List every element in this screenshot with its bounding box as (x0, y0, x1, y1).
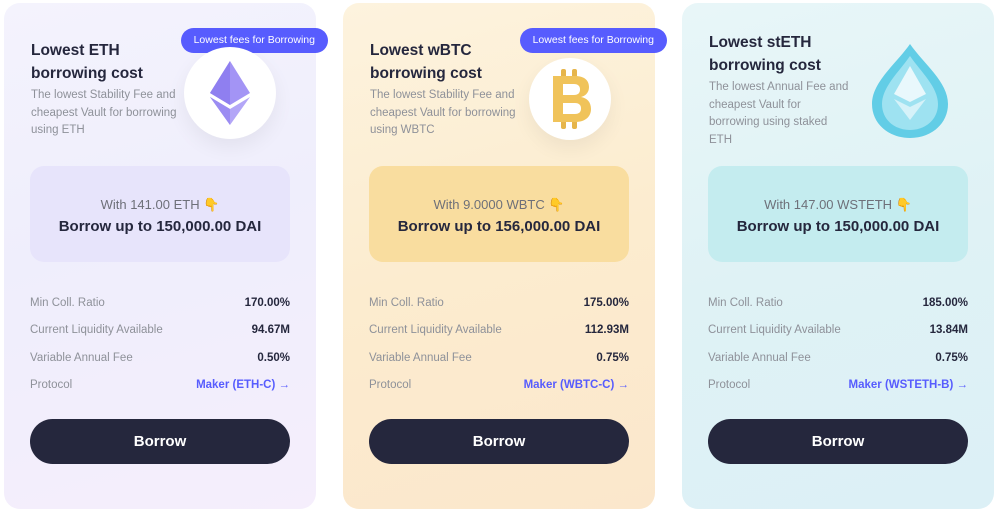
stat-label: Variable Annual Fee (30, 351, 133, 364)
stat-label: Current Liquidity Available (708, 324, 841, 337)
protocol-link[interactable]: Maker (ETH-C) → (196, 379, 290, 391)
borrow-summary: With 9.0000 WBTC 👇 Borrow up to 156,000.… (369, 166, 629, 262)
pointing-down-icon: 👇 (548, 197, 565, 212)
min-coll-ratio-row: Min Coll. Ratio 185.00% (708, 289, 968, 317)
liquidity-row: Current Liquidity Available 13.84M (708, 317, 968, 345)
stat-label: Min Coll. Ratio (369, 296, 444, 309)
product-card-wbtc: Lowest fees for Borrowing Lowest wBTC bo… (343, 3, 667, 509)
card-description: The lowest Annual Fee and cheapest Vault… (709, 81, 849, 146)
borrow-button[interactable]: Borrow (369, 419, 629, 464)
stat-label: Min Coll. Ratio (30, 296, 105, 309)
stat-value: 0.50% (257, 351, 290, 364)
stat-label: Min Coll. Ratio (708, 296, 783, 309)
liquidity-row: Current Liquidity Available 94.67M (30, 317, 290, 345)
min-coll-ratio-row: Min Coll. Ratio 175.00% (369, 289, 629, 317)
stat-label: Protocol (369, 379, 412, 392)
stat-value: 0.75% (935, 351, 968, 364)
vault-stats: Min Coll. Ratio 185.00% Current Liquidit… (708, 289, 968, 399)
lowest-fees-badge: Lowest fees for Borrowing (180, 28, 328, 53)
annual-fee-row: Variable Annual Fee 0.50% (30, 344, 290, 372)
stat-value: 175.00% (583, 296, 629, 309)
eth-token-icon (184, 47, 276, 139)
borrow-button[interactable]: Borrow (708, 419, 968, 464)
stat-label: Protocol (30, 379, 73, 392)
stat-value: 185.00% (922, 296, 968, 309)
protocol-row: Protocol Maker (WBTC-C) → (369, 372, 629, 400)
collateral-amount: With 141.00 ETH (100, 197, 200, 212)
stat-value: 94.67M (251, 324, 290, 337)
borrow-button[interactable]: Borrow (30, 419, 290, 464)
stat-value: 0.75% (596, 351, 629, 364)
annual-fee-row: Variable Annual Fee 0.75% (369, 344, 629, 372)
stat-value: 112.93M (584, 324, 629, 337)
borrow-amount: Borrow up to 156,000.00 DAI (397, 218, 601, 235)
product-card-steth: Lowest stETH borrowing cost The lowest A… (682, 3, 994, 509)
pointing-down-icon: 👇 (895, 197, 912, 212)
card-title: Lowest ETH borrowing cost (31, 42, 143, 82)
protocol-row: Protocol Maker (ETH-C) → (30, 372, 290, 400)
collateral-amount: With 9.0000 WBTC (433, 197, 545, 212)
borrow-summary: With 147.00 WSTETH 👇 Borrow up to 150,00… (708, 166, 968, 262)
stat-label: Current Liquidity Available (369, 324, 502, 337)
protocol-link[interactable]: Maker (WBTC-C) → (524, 379, 629, 391)
bitcoin-token-icon (529, 58, 611, 140)
card-description: The lowest Stability Fee and cheapest Va… (31, 89, 177, 136)
collateral-amount: With 147.00 WSTETH (764, 197, 893, 212)
borrow-amount: Borrow up to 150,000.00 DAI (736, 218, 940, 235)
stat-value: 13.84M (929, 324, 968, 337)
protocol-row: Protocol Maker (WSTETH-B) → (708, 372, 968, 400)
annual-fee-row: Variable Annual Fee 0.75% (708, 344, 968, 372)
borrow-amount: Borrow up to 150,000.00 DAI (58, 218, 262, 235)
stat-label: Variable Annual Fee (369, 351, 472, 364)
lowest-fees-badge: Lowest fees for Borrowing (519, 28, 667, 53)
stat-label: Protocol (708, 379, 751, 392)
product-card-eth: Lowest fees for Borrowing Lowest ETH bor… (4, 3, 328, 509)
stat-label: Current Liquidity Available (30, 324, 163, 337)
card-title: Lowest wBTC borrowing cost (370, 42, 482, 82)
vault-stats: Min Coll. Ratio 170.00% Current Liquidit… (30, 289, 290, 399)
steth-token-icon (868, 41, 952, 141)
card-description: The lowest Stability Fee and cheapest Va… (370, 89, 516, 136)
vault-stats: Min Coll. Ratio 175.00% Current Liquidit… (369, 289, 629, 399)
stat-label: Variable Annual Fee (708, 351, 811, 364)
stat-value: 170.00% (244, 296, 290, 309)
borrow-summary: With 141.00 ETH 👇 Borrow up to 150,000.0… (30, 166, 290, 262)
min-coll-ratio-row: Min Coll. Ratio 170.00% (30, 289, 290, 317)
liquidity-row: Current Liquidity Available 112.93M (369, 317, 629, 345)
protocol-link[interactable]: Maker (WSTETH-B) → (849, 379, 968, 391)
pointing-down-icon: 👇 (203, 197, 220, 212)
card-title: Lowest stETH borrowing cost (709, 34, 821, 74)
